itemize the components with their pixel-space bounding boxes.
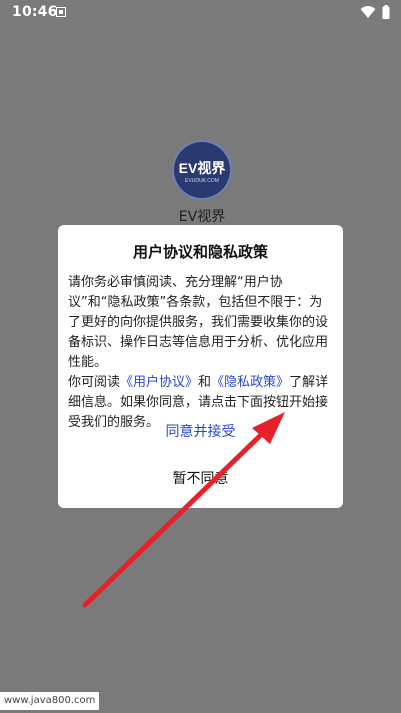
status-time: 10:46 (12, 4, 58, 20)
user-agreement-link[interactable]: 《用户协议》 (120, 375, 198, 390)
agree-button[interactable]: 同意并接受 (58, 421, 343, 441)
privacy-dialog: 用户协议和隐私政策 请你务必审慎阅读、充分理解“用户协议”和“隐私政策”各条款，… (58, 225, 343, 508)
app-name: EV视界 (178, 209, 226, 225)
dialog-title: 用户协议和隐私政策 (132, 243, 268, 261)
watermark: www.java800.com (0, 692, 100, 710)
decline-button[interactable]: 暂不同意 (58, 468, 343, 488)
dialog-paragraph-1: 请你务必审慎阅读、充分理解“用户协议”和“隐私政策”各条款，包括但不限于：为了更… (68, 275, 329, 370)
battery-icon (382, 5, 390, 19)
dialog-body: 请你务必审慎阅读、充分理解“用户协议”和“隐私政策”各条款，包括但不限于：为了更… (68, 273, 334, 433)
status-bar: 10:46 (0, 0, 401, 26)
wifi-icon (360, 6, 376, 18)
logo-text: EV视界 (179, 160, 227, 176)
paragraph-2-prefix: 你可阅读 (68, 375, 121, 390)
app-logo: EV视界 EVUDUK.COM (174, 142, 230, 198)
notification-icon (56, 7, 66, 17)
paragraph-2-and: 和 (198, 375, 212, 390)
privacy-policy-link[interactable]: 《隐私政策》 (211, 375, 289, 390)
logo-subtext: EVUDUK.COM (185, 178, 219, 184)
